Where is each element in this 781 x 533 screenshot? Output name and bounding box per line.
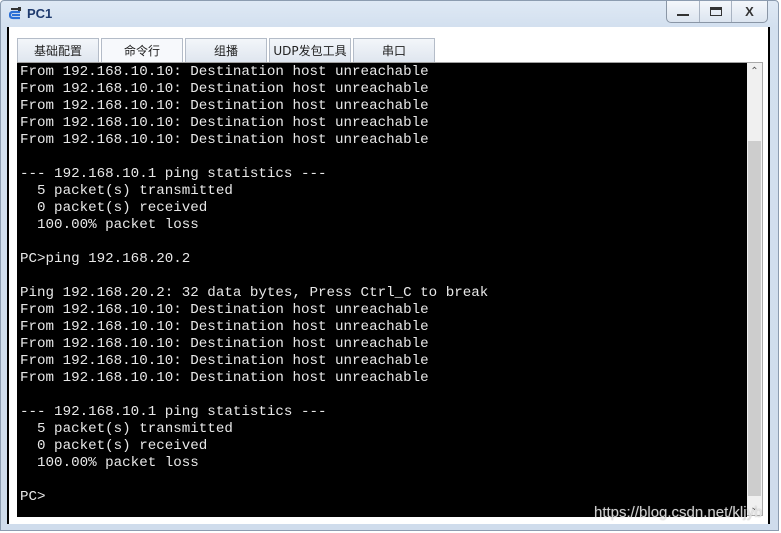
maximize-button[interactable] <box>699 1 731 22</box>
terminal-line: 0 packet(s) received <box>20 200 208 216</box>
tab-basic-config[interactable]: 基础配置 <box>17 38 99 62</box>
vertical-scrollbar[interactable]: ⌃ ⌄ <box>747 62 763 516</box>
tab-udp-tool[interactable]: UDP发包工具 <box>269 38 351 62</box>
terminal-line: From 192.168.10.10: Destination host unr… <box>20 81 429 97</box>
terminal-line: From 192.168.10.10: Destination host unr… <box>20 132 429 148</box>
terminal-line: From 192.168.10.10: Destination host unr… <box>20 353 429 369</box>
terminal-line: From 192.168.10.10: Destination host unr… <box>20 302 429 318</box>
watermark-text: https://blog.csdn.net/kljyb <box>594 504 763 521</box>
terminal-line: From 192.168.10.10: Destination host unr… <box>20 98 429 114</box>
terminal-line: PC>ping 192.168.20.2 <box>20 251 191 267</box>
terminal-line: From 192.168.10.10: Destination host unr… <box>20 64 429 80</box>
terminal-line: From 192.168.10.10: Destination host unr… <box>20 370 429 386</box>
terminal-line: 100.00% packet loss <box>20 455 199 471</box>
tab-serial-port[interactable]: 串口 <box>353 38 435 62</box>
minimize-icon <box>677 13 689 16</box>
network-device-icon <box>9 7 21 20</box>
terminal-line: 5 packet(s) transmitted <box>20 421 233 437</box>
tab-multicast[interactable]: 组播 <box>185 38 267 62</box>
terminal-line: From 192.168.10.10: Destination host unr… <box>20 336 429 352</box>
scroll-up-button[interactable]: ⌃ <box>747 63 762 79</box>
terminal-line: --- 192.168.10.1 ping statistics --- <box>20 166 327 182</box>
terminal-line: --- 192.168.10.1 ping statistics --- <box>20 404 327 420</box>
terminal-console[interactable]: From 192.168.10.10: Destination host unr… <box>17 62 747 517</box>
chevron-up-icon: ⌃ <box>750 65 759 77</box>
tab-command-line[interactable]: 命令行 <box>101 38 183 62</box>
terminal-line: 0 packet(s) received <box>20 438 208 454</box>
close-button[interactable]: X <box>731 1 767 22</box>
terminal-line: 5 packet(s) transmitted <box>20 183 233 199</box>
terminal-output: From 192.168.10.10: Destination host unr… <box>20 64 488 506</box>
terminal-line: Ping 192.168.20.2: 32 data bytes, Press … <box>20 285 489 301</box>
terminal-line: PC> <box>20 489 46 505</box>
window-title: PC1 <box>27 6 53 21</box>
maximize-icon <box>709 7 722 16</box>
title-bar[interactable]: PC1 X <box>1 1 778 27</box>
terminal-line: From 192.168.10.10: Destination host unr… <box>20 115 429 131</box>
minimize-button[interactable] <box>667 1 699 22</box>
tab-bar: 基础配置 命令行 组播 UDP发包工具 串口 <box>17 38 437 63</box>
terminal-line: 100.00% packet loss <box>20 217 199 233</box>
window-controls: X <box>666 1 768 23</box>
scroll-thumb[interactable] <box>748 141 761 496</box>
close-icon: X <box>745 4 754 19</box>
terminal-line: From 192.168.10.10: Destination host unr… <box>20 319 429 335</box>
